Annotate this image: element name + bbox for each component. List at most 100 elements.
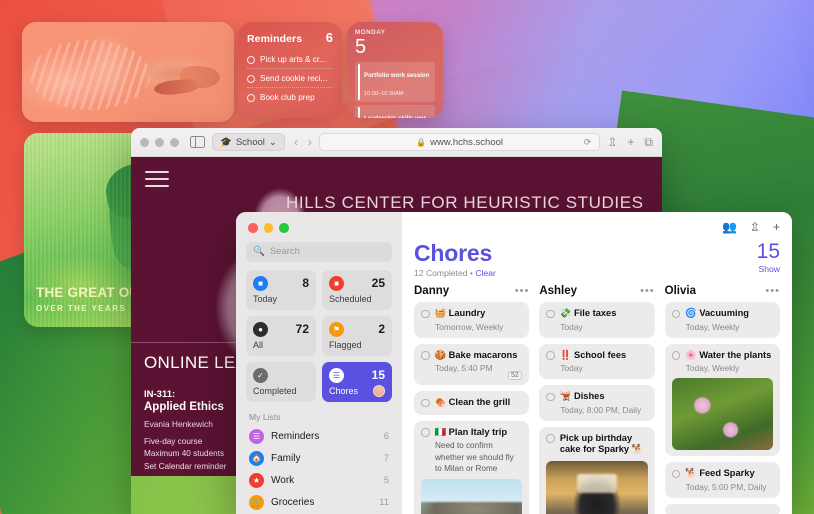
sidebar-item-work[interactable]: ★ Work 5	[246, 470, 392, 492]
avatar	[373, 384, 385, 397]
task-card[interactable]: Pick up birthday cake for Sparky 🐕	[539, 426, 655, 514]
checkbox-icon[interactable]	[247, 93, 255, 102]
list-item[interactable]: Send cookie reci...	[247, 69, 333, 88]
calendar-weekday: MONDAY	[355, 29, 386, 36]
sidebar-toggle-icon[interactable]	[190, 136, 205, 148]
list-item[interactable]: Book club prep	[247, 88, 333, 106]
calendar-widget[interactable]: MONDAY 5 Portfolio work session 10:00–10…	[347, 22, 443, 118]
window-controls[interactable]	[248, 223, 392, 233]
window-controls[interactable]	[140, 137, 179, 147]
task-card[interactable]: ‼️ School fees Today	[539, 343, 655, 380]
task-card[interactable]: 🧺 Laundry Tomorrow, Weekly	[414, 302, 530, 338]
task-card[interactable]: 🇮🇹 Plan Italy trip Need to confirm wheth…	[414, 420, 530, 514]
checkbox-icon[interactable]	[546, 309, 555, 318]
graduation-cap-icon: 🎓	[220, 136, 232, 148]
sidebar-item-scheduled[interactable]: ■ 25 Scheduled	[322, 269, 392, 310]
task-title-text: File taxes	[574, 308, 617, 318]
reminders-window[interactable]: 🔍 Search ■ 8 Today ■ 25 Scheduled ● 72 A…	[236, 212, 792, 514]
reminders-widget[interactable]: Reminders 6 Pick up arts & cr... Send co…	[238, 22, 342, 118]
column-olivia: Olivia ••• 🌀 Vacuuming Today, Weekly 🌸 W…	[664, 285, 780, 514]
close-button[interactable]	[248, 223, 258, 233]
safari-right-buttons[interactable]: ⇫ + ⧉	[607, 135, 653, 150]
checkbox-icon[interactable]	[546, 351, 555, 360]
photos-widget[interactable]	[22, 22, 234, 122]
calendar-event[interactable]: Leadership skills wor... 11AM–12PM	[355, 104, 435, 118]
sidebar-item-today[interactable]: ■ 8 Today	[246, 269, 316, 310]
list-count: 6	[383, 431, 389, 442]
task-card[interactable]: 🌀 Vacuuming Today, Weekly	[664, 302, 780, 338]
search-input[interactable]: 🔍 Search	[246, 241, 392, 262]
today-label: Today	[253, 293, 278, 304]
checkbox-icon[interactable]	[247, 55, 255, 64]
list-item-label: Book club prep	[260, 93, 315, 102]
today-count: 8	[302, 276, 309, 290]
sidebar-item-reminders[interactable]: ☰ Reminders 6	[246, 426, 392, 448]
reminders-toolbar: 👥 ⇫ +	[414, 212, 780, 238]
checkbox-icon[interactable]	[671, 469, 681, 479]
nav-buttons[interactable]: ‹ ›	[294, 135, 312, 149]
column-menu-icon[interactable]: •••	[515, 285, 530, 297]
address-bar[interactable]: 🔒 www.hchs.school ⟳	[318, 133, 601, 151]
task-card[interactable]: 🐕 Feed Sparky Today, 5:00 PM, Daily	[664, 462, 780, 498]
task-card[interactable]: 🌸 Water the plants Today, Weekly	[664, 343, 780, 457]
back-icon[interactable]: ‹	[294, 135, 298, 149]
checkbox-icon[interactable]	[247, 74, 255, 83]
close-button[interactable]	[140, 137, 149, 147]
list-icon: ☰	[329, 367, 344, 383]
forward-icon[interactable]: ›	[308, 135, 312, 149]
task-title: 🐕 Feed Sparky	[685, 468, 754, 480]
maximize-button[interactable]	[279, 223, 289, 233]
task-card[interactable]: 🍖 Clean the grill	[414, 391, 530, 415]
show-button[interactable]: Show	[757, 264, 781, 274]
sidebar-item-completed[interactable]: ✓ Completed	[246, 361, 316, 402]
house-icon: 🏠	[249, 451, 264, 466]
task-badge: 52	[507, 371, 523, 381]
task-detail: Today, 8:00 PM, Daily	[560, 404, 642, 415]
tab-overview-icon[interactable]: ⧉	[644, 135, 653, 150]
checkbox-icon[interactable]	[546, 392, 555, 402]
reload-icon[interactable]: ⟳	[584, 137, 592, 148]
sidebar-item-groceries[interactable]: 🛒 Groceries 11	[246, 492, 392, 514]
task-photo-flowers[interactable]	[671, 378, 773, 451]
task-emoji: 🐕	[631, 444, 644, 455]
add-icon[interactable]: +	[773, 220, 780, 234]
task-photo-dog[interactable]	[546, 461, 648, 514]
new-tab-icon[interactable]: +	[627, 135, 634, 150]
task-card[interactable]: 🫕 Dishes Today, 8:00 PM, Daily	[539, 385, 655, 421]
task-card-partial[interactable]	[664, 503, 780, 514]
tab-group-school[interactable]: 🎓 School ⌄	[212, 133, 285, 151]
checkbox-icon[interactable]	[546, 434, 555, 443]
task-photo-italy[interactable]	[421, 478, 523, 514]
checkbox-icon[interactable]	[421, 428, 430, 437]
column-menu-icon[interactable]: •••	[765, 285, 780, 297]
column-menu-icon[interactable]: •••	[640, 285, 655, 297]
task-detail: Today	[560, 321, 583, 332]
share-people-icon[interactable]: 👥	[722, 220, 737, 234]
clear-button[interactable]: Clear	[475, 268, 496, 278]
minimize-button[interactable]	[155, 137, 164, 147]
list-item[interactable]: Pick up arts & cr...	[247, 50, 333, 69]
checkbox-icon[interactable]	[421, 351, 430, 360]
task-emoji: 🐕	[685, 468, 697, 479]
list-label: Reminders	[271, 431, 320, 442]
task-card[interactable]: 🍪 Bake macarons Today, 5:40 PM 52	[414, 343, 530, 386]
sidebar-item-flagged[interactable]: ⚑ 2 Flagged	[322, 315, 392, 356]
share-icon[interactable]: ⇫	[607, 135, 617, 150]
checkbox-icon[interactable]	[671, 309, 681, 318]
minimize-button[interactable]	[263, 223, 273, 233]
sidebar-item-all[interactable]: ● 72 All	[246, 315, 316, 356]
sidebar-item-family[interactable]: 🏠 Family 7	[246, 448, 392, 470]
checkbox-icon[interactable]	[421, 309, 430, 318]
task-card[interactable]: 💸 File taxes Today	[539, 302, 655, 338]
reminders-widget-title: Reminders	[247, 33, 303, 45]
checkbox-icon[interactable]	[671, 351, 681, 360]
calendar-event[interactable]: Portfolio work session 10:00–10:30AM	[355, 62, 435, 102]
menu-hamburger-icon[interactable]	[145, 171, 169, 187]
task-detail: Today, 5:00 PM, Daily	[685, 481, 767, 492]
checkbox-icon[interactable]	[421, 398, 430, 408]
maximize-button[interactable]	[170, 137, 179, 147]
share-icon[interactable]: ⇫	[750, 220, 760, 234]
task-emoji: 🌀	[685, 308, 697, 318]
task-title-text: Vacuuming	[699, 308, 749, 318]
sidebar-item-chores[interactable]: ☰ 15 Chores	[322, 361, 392, 402]
